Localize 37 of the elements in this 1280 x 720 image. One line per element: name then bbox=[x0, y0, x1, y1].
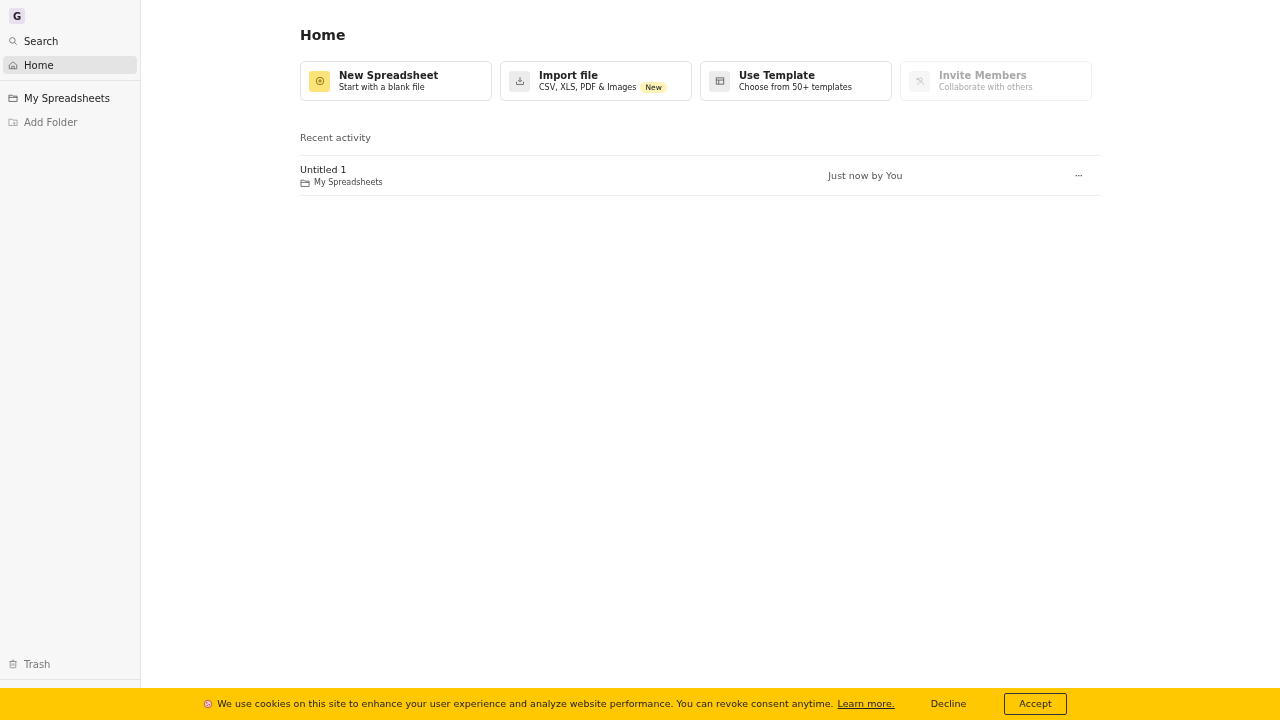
template-icon bbox=[714, 76, 725, 86]
import-icon bbox=[514, 76, 525, 86]
home-icon bbox=[8, 60, 18, 70]
file-name: Untitled 1 bbox=[300, 162, 348, 177]
folder-icon bbox=[300, 177, 310, 188]
accept-button[interactable]: Accept bbox=[1004, 692, 1067, 716]
card-subtitle: Start with a blank file bbox=[339, 81, 425, 93]
action-card[interactable]: New Spreadsheet Start with a blank file bbox=[300, 61, 492, 101]
folder-icon bbox=[8, 93, 18, 103]
sidebar-item[interactable]: Search bbox=[3, 32, 137, 50]
folder-name: My Spreadsheets bbox=[314, 176, 383, 189]
learn-more-link[interactable]: Learn more. bbox=[837, 696, 895, 712]
card-title: Invite Members bbox=[939, 69, 1028, 82]
cookie-icon bbox=[203, 699, 214, 709]
workspace-avatar[interactable]: G bbox=[9, 8, 25, 24]
sidebar-item[interactable]: Home bbox=[3, 56, 137, 74]
card-subtitle: Collaborate with others bbox=[939, 81, 1033, 93]
card-title: New Spreadsheet bbox=[339, 69, 439, 82]
search-icon bbox=[8, 36, 18, 46]
card-title: Use Template bbox=[739, 69, 816, 82]
cookie-message: We use cookies on this site to enhance your user experience and analyze website performance. You can revoke consent anytime. bbox=[217, 696, 834, 711]
sidebar-item[interactable]: My Spreadsheets bbox=[3, 89, 137, 107]
card-subtitle: CSV, XLS, PDF & Images bbox=[539, 81, 637, 93]
section-heading: Recent activity bbox=[300, 131, 372, 145]
card-title: Import file bbox=[539, 69, 599, 82]
page-title: Home bbox=[300, 26, 347, 45]
add-user-icon bbox=[914, 76, 925, 86]
file-row[interactable]: Untitled 1 My Spreadsheets Just now by You ··· bbox=[300, 155, 1100, 197]
card-subtitle: Choose from 50+ templates bbox=[739, 81, 852, 93]
decline-button[interactable]: Decline bbox=[924, 695, 973, 713]
trash-icon bbox=[8, 659, 18, 669]
folder-plus-icon bbox=[8, 117, 18, 127]
more-button[interactable]: ··· bbox=[1068, 166, 1088, 185]
activity-time: Just now by You bbox=[828, 168, 903, 183]
sidebar-item[interactable]: Trash bbox=[3, 655, 137, 673]
action-card[interactable]: Use Template Choose from 50+ templates bbox=[700, 61, 892, 101]
sidebar-item[interactable]: Add Folder bbox=[3, 113, 137, 131]
